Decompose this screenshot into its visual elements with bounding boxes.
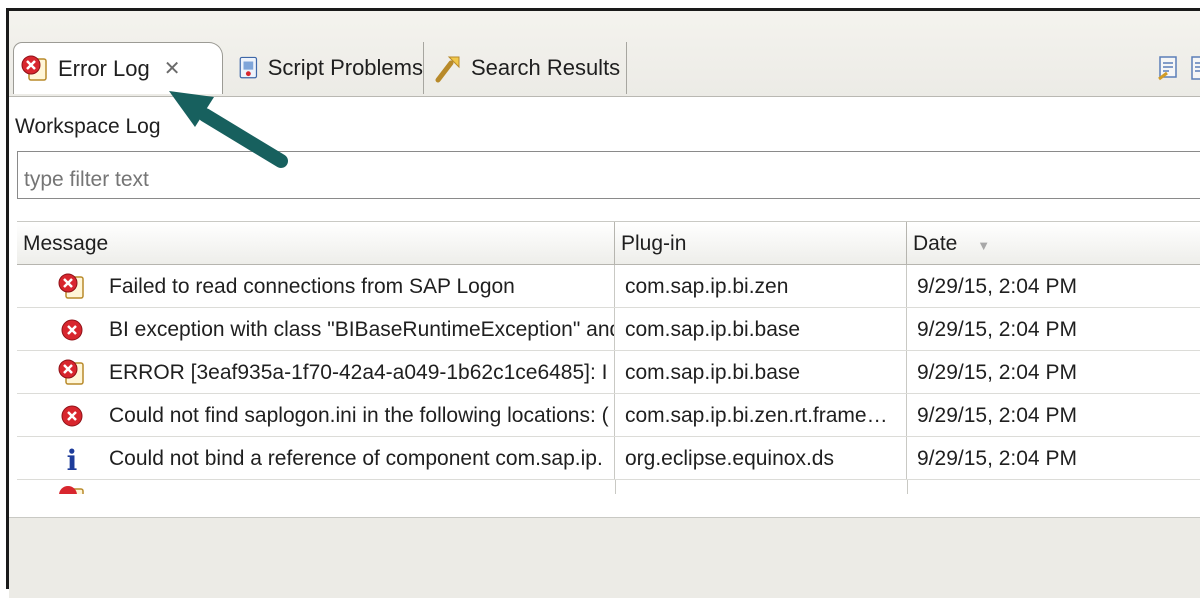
message-cell: ERROR [3eaf935a-1f70-42a4-a049-1b62c1ce6…	[17, 351, 615, 393]
plugin-cell: com.sap.ip.bi.base	[615, 351, 907, 393]
column-header-date-label: Date	[913, 232, 958, 255]
empty-panel-area	[9, 517, 1200, 598]
error-log-view: Error Log ✕ Script Problems Search Resul…	[6, 8, 1200, 598]
import-log-icon[interactable]	[1189, 55, 1200, 81]
plugin-cell: com.sap.ip.bi.base	[615, 308, 907, 350]
table-row[interactable]: ERROR [3eaf935a-1f70-42a4-a049-1b62c1ce6…	[17, 351, 1200, 394]
message-cell: BI exception with class "BIBaseRuntimeEx…	[17, 308, 615, 350]
error-log-entry-icon	[59, 486, 84, 494]
table-row-partial[interactable]	[17, 480, 1200, 494]
message-cell: Failed to read connections from SAP Logo…	[17, 265, 615, 307]
plugin-cell: com.sap.ip.bi.zen	[615, 265, 907, 307]
table-row[interactable]: BI exception with class "BIBaseRuntimeEx…	[17, 308, 1200, 351]
search-results-icon	[435, 56, 460, 83]
annotation-arrow-icon	[169, 91, 288, 168]
log-table: Message Plug-in Date ▼ Failed to read co…	[17, 221, 1200, 494]
table-row[interactable]: Could not find saplogon.ini in the follo…	[17, 394, 1200, 437]
column-header-plugin[interactable]: Plug-in	[615, 222, 907, 264]
date-cell: 9/29/15, 2:04 PM	[907, 308, 1200, 350]
message-cell: Could not find saplogon.ini in the follo…	[17, 394, 615, 436]
date-cell: 9/29/15, 2:04 PM	[907, 351, 1200, 393]
column-header-date[interactable]: Date ▼	[907, 222, 1200, 264]
tab-search-results[interactable]: Search Results	[427, 42, 627, 94]
sort-descending-icon: ▼	[977, 238, 991, 253]
table-row[interactable]: i Could not bind a reference of componen…	[17, 437, 1200, 480]
plugin-cell: org.eclipse.equinox.ds	[615, 437, 907, 479]
column-header-message[interactable]: Message	[17, 222, 615, 264]
table-header: Message Plug-in Date ▼	[17, 221, 1200, 265]
tab-label: Search Results	[471, 55, 621, 80]
date-cell: 9/29/15, 2:04 PM	[907, 437, 1200, 479]
export-log-icon[interactable]	[1157, 55, 1179, 81]
date-cell: 9/29/15, 2:04 PM	[907, 265, 1200, 307]
message-cell: Could not bind a reference of component …	[17, 437, 615, 479]
date-cell: 9/29/15, 2:04 PM	[907, 394, 1200, 436]
table-row[interactable]: Failed to read connections from SAP Logo…	[17, 265, 1200, 308]
plugin-cell: com.sap.ip.bi.zen.rt.frame…	[615, 394, 907, 436]
